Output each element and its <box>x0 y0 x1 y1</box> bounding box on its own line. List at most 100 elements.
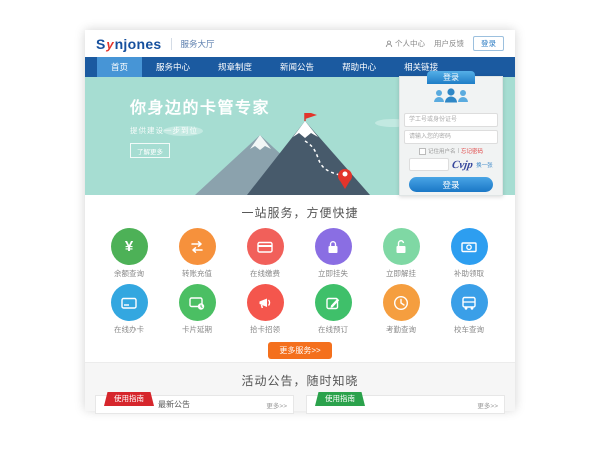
card-renew-icon <box>188 294 206 312</box>
user-feedback-link[interactable]: 用户反馈 <box>434 38 464 49</box>
nav-item-home[interactable]: 首页 <box>97 57 142 77</box>
latest-news-tab[interactable]: 最新公告 <box>158 399 190 410</box>
logo-text-rest: njones <box>115 36 162 52</box>
service-circle <box>179 284 216 321</box>
users-avatar-icon <box>431 87 471 104</box>
header-login-button[interactable]: 登录 <box>473 36 504 51</box>
personal-center-label: 个人中心 <box>395 38 425 49</box>
service-lost-card-claim[interactable]: 拾卡招领 <box>231 284 299 335</box>
service-label: 考勤查询 <box>367 324 435 335</box>
service-label: 立即挂失 <box>299 268 367 279</box>
edit-pencil-icon <box>324 294 342 312</box>
hero-title: 你身边的卡管专家 <box>130 94 270 118</box>
service-label: 补助领取 <box>435 268 503 279</box>
service-online-booking[interactable]: 在线预订 <box>299 284 367 335</box>
service-label: 在线办卡 <box>95 324 163 335</box>
logo[interactable]: Synjones <box>96 36 162 52</box>
service-circle <box>247 284 284 321</box>
more-link-left[interactable]: 更多>> <box>266 400 287 410</box>
service-circle <box>383 228 420 265</box>
service-card-renewal[interactable]: 卡片延期 <box>163 284 231 335</box>
service-attendance-inquiry[interactable]: 考勤查询 <box>367 284 435 335</box>
service-circle <box>315 284 352 321</box>
personal-center-link[interactable]: 个人中心 <box>385 38 425 49</box>
logo-text: S <box>96 36 105 52</box>
service-label: 立即解挂 <box>367 268 435 279</box>
nav-item-rules[interactable]: 规章制度 <box>204 57 266 77</box>
login-submit-button[interactable]: 登录 <box>409 177 493 192</box>
more-link-right[interactable]: 更多>> <box>477 400 498 410</box>
login-panel: 登录 记住用户名 | 忘记密码 Cvjp 换一张 登录 <box>399 76 503 196</box>
remember-checkbox[interactable] <box>419 148 426 155</box>
service-cancel-loss[interactable]: 立即解挂 <box>367 228 435 279</box>
header-links: 个人中心 用户反馈 登录 <box>385 36 504 51</box>
service-balance-inquiry[interactable]: ¥ 余额查询 <box>95 228 163 279</box>
captcha-image[interactable]: Cvjp <box>452 159 474 171</box>
service-circle <box>315 228 352 265</box>
service-circle: ¥ <box>111 228 148 265</box>
nav-item-service-center[interactable]: 服务中心 <box>142 57 204 77</box>
service-label: 转账充值 <box>163 268 231 279</box>
yen-icon: ¥ <box>125 239 133 254</box>
lock-icon <box>324 238 342 256</box>
service-school-bus-inquiry[interactable]: 校车查询 <box>435 284 503 335</box>
nav-item-news[interactable]: 新闻公告 <box>266 57 328 77</box>
clock-icon <box>392 294 410 312</box>
service-report-loss[interactable]: 立即挂失 <box>299 228 367 279</box>
hero-cta-button[interactable]: 了解更多 <box>130 143 170 158</box>
services-title: 一站服务，方便快捷 <box>85 195 515 221</box>
announcement-panels: 使用指南 最新公告 更多>> 使用指南 更多>> <box>85 395 515 414</box>
usage-guide-tab[interactable]: 使用指南 <box>104 392 154 406</box>
password-input[interactable] <box>404 130 498 144</box>
banknote-icon <box>460 238 478 256</box>
announcement-panel-left: 使用指南 最新公告 更多>> <box>95 395 294 414</box>
forgot-password-link[interactable]: 忘记密码 <box>461 147 483 155</box>
service-circle <box>451 228 488 265</box>
bus-icon <box>460 294 478 312</box>
service-label: 卡片延期 <box>163 324 231 335</box>
nav-item-help-center[interactable]: 帮助中心 <box>328 57 390 77</box>
announcement-panel-right: 使用指南 更多>> <box>306 395 505 414</box>
more-services-button[interactable]: 更多服务>> <box>268 342 331 359</box>
service-label: 校车查询 <box>435 324 503 335</box>
remember-label: 记住用户名 <box>428 147 456 155</box>
service-transfer-recharge[interactable]: 转账充值 <box>163 228 231 279</box>
service-label: 拾卡招领 <box>231 324 299 335</box>
hero-subtitle: 提供建设一步到位 <box>130 125 270 136</box>
service-label: 在线预订 <box>299 324 367 335</box>
person-icon <box>385 40 393 48</box>
service-circle <box>179 228 216 265</box>
header: Synjones 服务大厅 个人中心 用户反馈 登录 <box>85 30 515 57</box>
separator: | <box>458 148 459 154</box>
usage-guide-tab-right[interactable]: 使用指南 <box>315 392 365 406</box>
services-grid: ¥ 余额查询 转账充值 在线缴费 立即挂失 <box>95 228 505 340</box>
logo-y-mark: y <box>106 37 113 52</box>
unlock-icon <box>392 238 410 256</box>
megaphone-icon <box>256 294 274 312</box>
service-circle <box>247 228 284 265</box>
username-input[interactable] <box>404 113 498 127</box>
transfer-arrows-icon <box>188 238 206 256</box>
announcements-title: 活动公告，随时知晓 <box>85 363 515 389</box>
captcha-refresh-link[interactable]: 换一张 <box>476 161 493 169</box>
service-subsidy-collect[interactable]: 补助领取 <box>435 228 503 279</box>
service-label: 余额查询 <box>95 268 163 279</box>
service-online-payment[interactable]: 在线缴费 <box>231 228 299 279</box>
login-tab[interactable]: 登录 <box>427 71 475 84</box>
captcha-input[interactable] <box>409 158 449 171</box>
site-subtitle: 服务大厅 <box>171 38 215 50</box>
service-circle <box>451 284 488 321</box>
service-circle <box>111 284 148 321</box>
user-feedback-label: 用户反馈 <box>434 38 464 49</box>
services-section: 一站服务，方便快捷 ¥ 余额查询 转账充值 在线缴费 <box>85 195 515 362</box>
service-online-card-apply[interactable]: 在线办卡 <box>95 284 163 335</box>
service-label: 在线缴费 <box>231 268 299 279</box>
bank-card-icon <box>120 294 138 312</box>
service-circle <box>383 284 420 321</box>
remember-row: 记住用户名 | 忘记密码 <box>400 147 502 155</box>
captcha-row: Cvjp 换一张 <box>400 158 502 171</box>
site-container: Synjones 服务大厅 个人中心 用户反馈 登录 首页 服务中心 规章制度 … <box>85 30 515 410</box>
hero-copy: 你身边的卡管专家 提供建设一步到位 了解更多 <box>130 94 270 159</box>
announcements-section: 活动公告，随时知晓 使用指南 最新公告 更多>> 使用指南 更多>> <box>85 362 515 411</box>
bank-card-icon <box>256 238 274 256</box>
